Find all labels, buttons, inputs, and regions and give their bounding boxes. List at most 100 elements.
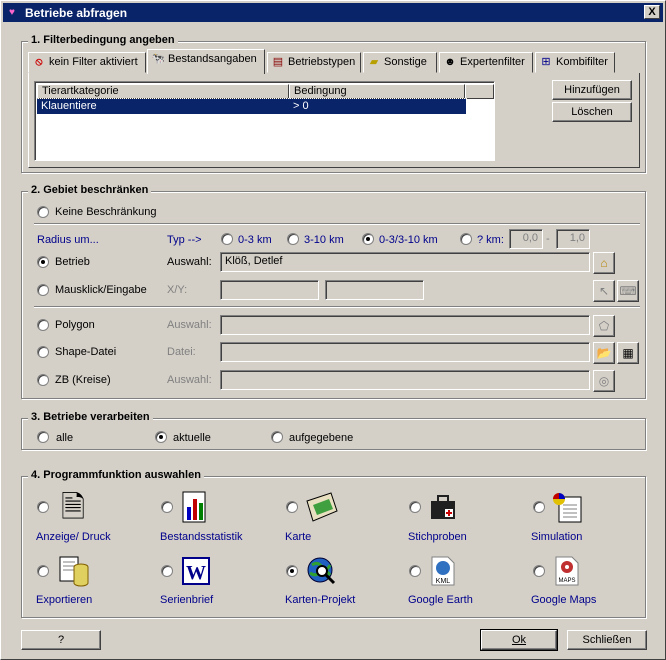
radio-aufgegebene[interactable]	[271, 431, 283, 443]
polygon-field[interactable]	[220, 315, 590, 335]
word-icon[interactable]: W	[176, 555, 216, 589]
radio-serienbrief[interactable]	[161, 565, 173, 577]
delete-button[interactable]: Löschen	[552, 102, 632, 122]
label-aufgegebene: aufgegebene	[289, 432, 354, 444]
label-betrieb: Betrieb	[55, 256, 90, 268]
km-to-input[interactable]: 1,0	[556, 229, 590, 249]
radio-aktuelle[interactable]	[155, 431, 167, 443]
label-karte: Karte	[285, 531, 312, 543]
tab-label: Betriebstypen	[288, 56, 356, 68]
bar-chart-icon[interactable]	[176, 491, 216, 525]
radio-keine[interactable]	[37, 206, 49, 218]
area-group-title: 2. Gebiet beschränken	[28, 184, 152, 196]
label-radius: Radius um...	[37, 234, 99, 246]
radio-polygon[interactable]	[37, 319, 49, 331]
radio-zb[interactable]	[37, 374, 49, 386]
globe-search-icon[interactable]	[301, 555, 341, 589]
tab-kombifilter[interactable]: ⊞ Kombifilter	[535, 52, 615, 73]
label-type-3-10: 3-10 km	[304, 234, 344, 246]
printer-doc-icon[interactable]: 🗎	[53, 491, 93, 525]
radio-stichproben[interactable]	[409, 501, 421, 513]
animal-icon: 🐄	[151, 53, 165, 65]
radio-type-3-10[interactable]	[287, 233, 299, 245]
radio-maus[interactable]	[37, 284, 49, 296]
label-maus: Mausklick/Eingabe	[55, 284, 147, 296]
label-bestandsstatistik: Bestandsstatistik	[160, 531, 243, 543]
radio-google-maps[interactable]	[533, 565, 545, 577]
tab-betriebstypen[interactable]: ▤ Betriebstypen	[267, 52, 361, 73]
help-button[interactable]: ?	[21, 630, 101, 650]
x-input[interactable]	[220, 280, 319, 300]
separator	[34, 223, 640, 225]
medkit-icon[interactable]	[423, 491, 463, 525]
label-serienbrief: Serienbrief	[160, 594, 214, 606]
radio-simulation[interactable]	[533, 501, 545, 513]
tab-expertenfilter[interactable]: ☻ Expertenfilter	[439, 52, 533, 73]
export-database-icon[interactable]	[53, 555, 93, 589]
label-simulation: Simulation	[531, 531, 583, 543]
kml-file-icon[interactable]: KML	[423, 555, 463, 589]
tab-label: Kombifilter	[556, 56, 608, 68]
svg-text:MAPS: MAPS	[558, 578, 575, 584]
add-button[interactable]: Hinzufügen	[552, 80, 632, 100]
radio-exportieren[interactable]	[37, 565, 49, 577]
tab-bestandsangaben[interactable]: 🐄 Bestandsangaben	[147, 49, 265, 74]
circles-icon[interactable]: ◎	[593, 370, 615, 392]
expert-icon: ☻	[444, 56, 456, 68]
tab-label: Expertenfilter	[460, 56, 525, 68]
title-bar: ♥ Betriebe abfragen X	[3, 3, 663, 22]
radio-karten-projekt[interactable]	[286, 565, 298, 577]
label-keine: Keine Beschränkung	[55, 206, 157, 218]
simulation-doc-icon[interactable]	[547, 491, 587, 525]
close-window-button[interactable]: X	[644, 5, 660, 19]
tab-label: kein Filter aktiviert	[49, 56, 138, 68]
radio-google-earth[interactable]	[409, 565, 421, 577]
betrieb-field[interactable]: Klöß, Detlef	[220, 252, 590, 272]
tab-label: Sonstige	[384, 56, 427, 68]
col-header-empty	[465, 84, 494, 99]
radio-type-0-3-3-10[interactable]	[362, 233, 374, 245]
label-stichproben: Stichproben	[408, 531, 467, 543]
col-header-tierart[interactable]: Tierartkategorie	[37, 84, 289, 99]
radio-shape[interactable]	[37, 346, 49, 358]
label-typ: Typ -->	[167, 234, 202, 246]
close-button[interactable]: Schließen	[567, 630, 647, 650]
y-input[interactable]	[325, 280, 424, 300]
map-scroll-icon[interactable]	[301, 491, 341, 525]
shape-file-field[interactable]	[220, 342, 590, 362]
zb-field[interactable]	[220, 370, 590, 390]
label-shape: Shape-Datei	[55, 346, 117, 358]
radio-anzeige[interactable]	[37, 501, 49, 513]
col-header-bedingung[interactable]: Bedingung	[289, 84, 465, 99]
open-folder-icon[interactable]: 📂	[593, 342, 615, 364]
table-icon[interactable]: ▦	[617, 342, 639, 364]
tab-sonstige[interactable]: ▰ Sonstige	[363, 52, 437, 73]
radio-alle[interactable]	[37, 431, 49, 443]
filter-table[interactable]: Tierartkategorie Bedingung Klauentiere >…	[34, 81, 495, 161]
radio-type-custom[interactable]	[460, 233, 472, 245]
cell-tierart: Klauentiere	[41, 100, 97, 112]
radio-betrieb[interactable]	[37, 256, 49, 268]
maps-file-icon[interactable]: MAPS	[547, 555, 587, 589]
ok-button[interactable]: Ok	[480, 629, 558, 651]
label-auswahl-zb: Auswahl:	[167, 374, 212, 386]
radio-type-0-3[interactable]	[221, 233, 233, 245]
table-row[interactable]: Klauentiere > 0	[36, 98, 467, 115]
cursor-icon[interactable]: ↖	[593, 280, 615, 302]
radio-bestandsstatistik[interactable]	[161, 501, 173, 513]
tab-label: Bestandsangaben	[168, 53, 257, 65]
home-icon[interactable]: ⌂	[593, 252, 615, 274]
label-type-0-3: 0-3 km	[238, 234, 272, 246]
label-polygon: Polygon	[55, 319, 95, 331]
function-group-title: 4. Programmfunktion auswahlen	[28, 469, 204, 481]
radio-karte[interactable]	[286, 501, 298, 513]
app-icon: ♥	[9, 7, 15, 18]
label-exportieren: Exportieren	[36, 594, 93, 606]
polygon-icon[interactable]: ⬠	[593, 315, 615, 337]
tab-kein-filter[interactable]: ⦸ kein Filter aktiviert	[28, 52, 146, 73]
label-type-0-3-3-10: 0-3/3-10 km	[379, 234, 438, 246]
keyboard-icon[interactable]: ⌨	[617, 280, 639, 302]
calendar-icon: ▤	[272, 56, 284, 68]
table-header: Tierartkategorie Bedingung	[37, 84, 494, 99]
km-from-input[interactable]: 0,0	[509, 229, 543, 249]
